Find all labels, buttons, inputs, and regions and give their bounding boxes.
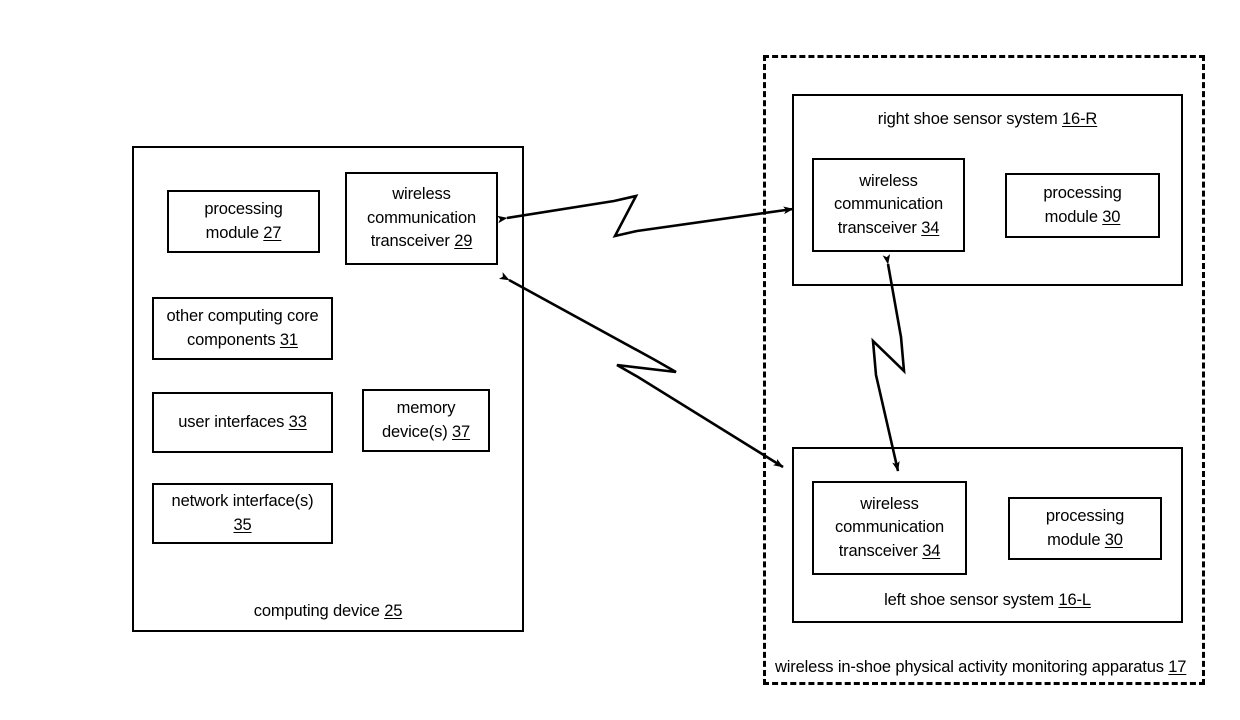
computing-device-caption-ref: 25 <box>384 602 403 621</box>
memory-devices-37-label: memory device(s) 37 <box>362 389 490 452</box>
left-shoe-transceiver-34-ref: 34 <box>922 541 941 560</box>
left-shoe-sensor-system-caption-ref: 16-L <box>1058 591 1091 610</box>
apparatus-caption-ref: 17 <box>1168 658 1187 677</box>
apparatus-caption-text: wireless in-shoe physical activity monit… <box>775 658 1169 677</box>
right-shoe-transceiver-34-label: wireless communication transceiver 34 <box>812 158 965 252</box>
apparatus-caption: wireless in-shoe physical activity monit… <box>763 654 1205 682</box>
user-interfaces-33-label: user interfaces 33 <box>152 392 333 453</box>
left-shoe-processing-module-30-ref: 30 <box>1104 530 1123 549</box>
memory-devices-37-ref: 37 <box>451 422 471 441</box>
network-interfaces-35-text: network interface(s) <box>171 492 314 511</box>
network-interfaces-35-ref: 35 <box>233 515 252 534</box>
memory-devices-37-text: memory device(s) <box>381 399 456 441</box>
processing-module-27-label: processing module 27 <box>167 190 320 253</box>
right-shoe-processing-module-30-ref: 30 <box>1102 207 1121 226</box>
wireless-link-left-arrow <box>498 272 784 469</box>
user-interfaces-33-ref: 33 <box>288 412 307 431</box>
patent-figure: processing module 27 wireless communicat… <box>0 0 1240 720</box>
left-shoe-processing-module-30-label: processing module 30 <box>1008 497 1162 560</box>
left-shoe-sensor-system-caption: left shoe sensor system 16-L <box>792 588 1183 614</box>
user-interfaces-33-text: user interfaces <box>178 412 289 431</box>
other-computing-core-components-31-ref: 31 <box>279 330 298 349</box>
right-shoe-sensor-system-caption: right shoe sensor system 16-R <box>792 107 1183 133</box>
computing-device-caption: computing device 25 <box>132 598 524 626</box>
wireless-communication-transceiver-29-label: wireless communication transceiver 29 <box>345 172 498 265</box>
right-shoe-sensor-system-caption-text: right shoe sensor system <box>877 110 1063 129</box>
processing-module-27-ref: 27 <box>263 223 282 242</box>
right-shoe-sensor-system-caption-ref: 16-R <box>1062 110 1098 129</box>
right-shoe-transceiver-34-ref: 34 <box>921 218 940 237</box>
computing-device-caption-text: computing device <box>253 602 385 621</box>
network-interfaces-35-label: network interface(s) 35 <box>152 483 333 544</box>
right-shoe-processing-module-30-label: processing module 30 <box>1005 173 1160 238</box>
left-shoe-transceiver-34-label: wireless communication transceiver 34 <box>812 481 967 575</box>
other-computing-core-components-31-label: other computing core components 31 <box>152 297 333 360</box>
wireless-link-right-arrow <box>497 194 794 238</box>
left-shoe-sensor-system-caption-text: left shoe sensor system <box>884 591 1059 610</box>
wireless-communication-transceiver-29-ref: 29 <box>454 232 473 251</box>
